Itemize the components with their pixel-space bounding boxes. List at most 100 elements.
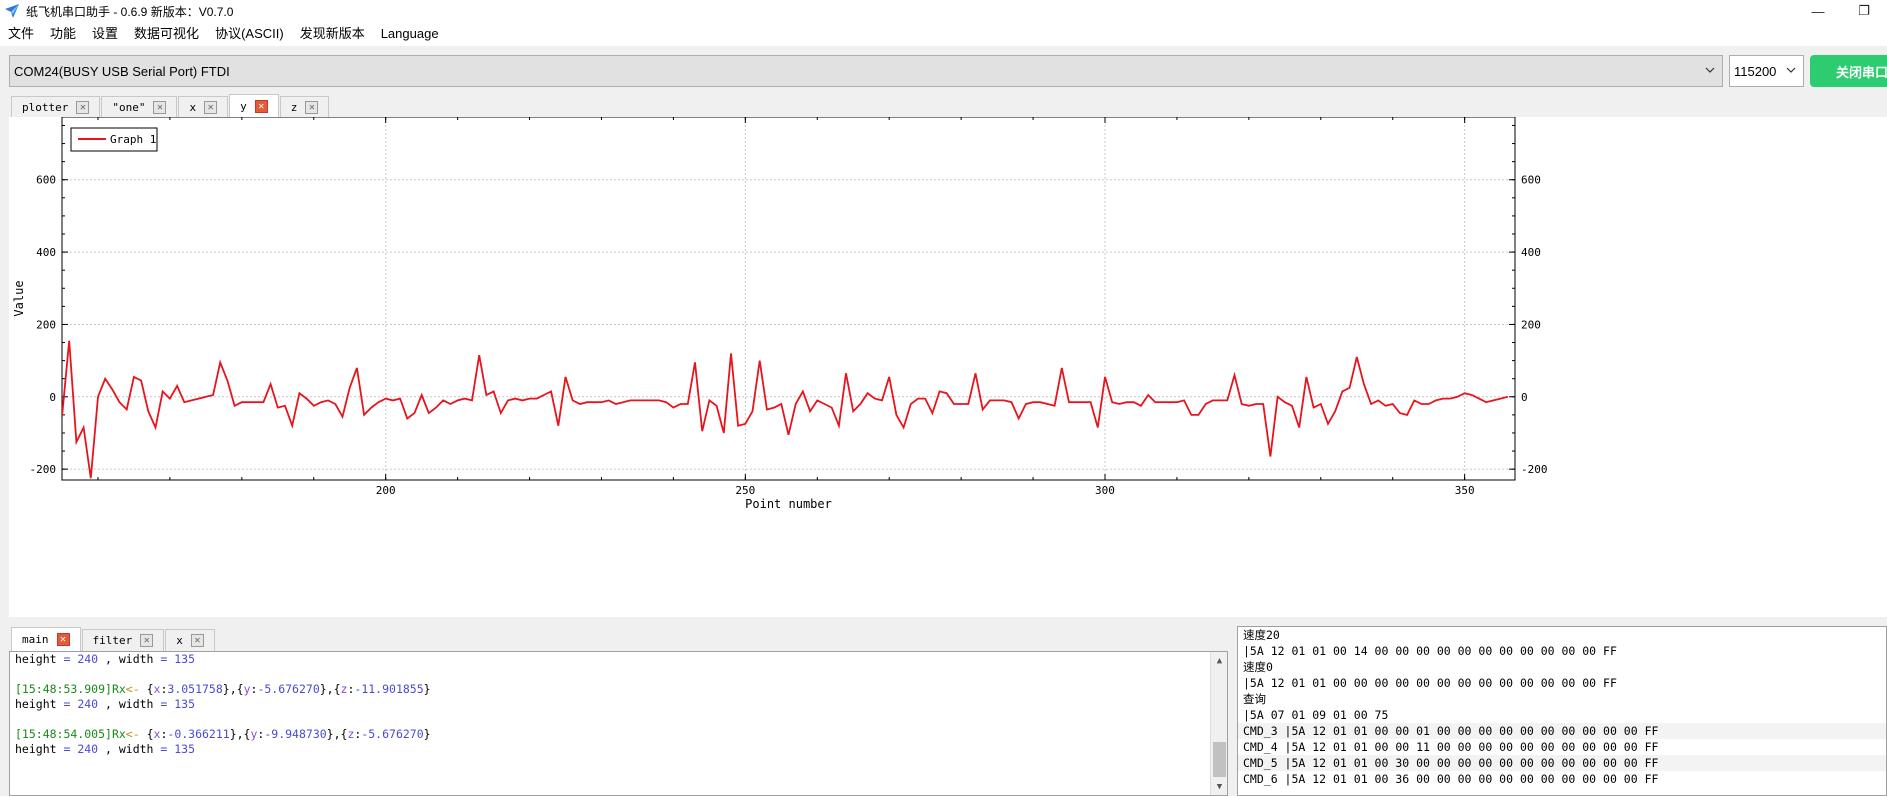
list-item[interactable]: CMD_6 |5A 12 01 01 00 36 00 00 00 00 00 … (1238, 771, 1886, 787)
console-token: height (15, 652, 64, 666)
console-tab-filter[interactable]: filter ✕ (81, 629, 165, 651)
y-axis-label: Value (12, 280, 26, 316)
menu-visualization[interactable]: 数据可视化 (126, 22, 207, 46)
close-icon[interactable]: ✕ (254, 100, 268, 113)
list-item[interactable]: CMD_3 |5A 12 01 01 00 00 01 00 00 00 00 … (1238, 723, 1886, 739)
console-line: height = 240 , width = 135 (10, 742, 1227, 757)
plot-tab-y[interactable]: y ✕ (229, 94, 279, 118)
console-token: Rx (111, 682, 126, 696)
console-token: , width (98, 652, 161, 666)
list-item[interactable]: 查询 (1238, 691, 1886, 707)
console-token: },{ (222, 682, 244, 696)
tab-label: filter (92, 634, 133, 647)
y-tick-label-left: 600 (36, 174, 56, 187)
menu-language[interactable]: Language (373, 22, 447, 46)
plot-tab-x[interactable]: x ✕ (178, 96, 229, 118)
close-icon[interactable]: ✕ (204, 101, 218, 114)
menu-protocol[interactable]: 协议(ASCII) (207, 22, 292, 46)
console-token: { (146, 727, 154, 741)
close-icon[interactable]: ✕ (305, 101, 319, 114)
console-token: } (423, 682, 431, 696)
console-line: height = 240 , width = 135 (10, 697, 1227, 712)
console-line: height = 240 , width = 135 (10, 652, 1227, 667)
console-token: } (423, 727, 431, 741)
console-token: 3.051758 (167, 682, 223, 696)
menu-function[interactable]: 功能 (42, 22, 84, 46)
menu-new-version[interactable]: 发现新版本 (292, 22, 373, 46)
receive-console[interactable]: height = 240 , width = 135 [15:48:53.909]… (9, 651, 1228, 796)
menu-file[interactable]: 文件 (0, 22, 42, 46)
close-port-button[interactable]: 关闭串口 (1810, 55, 1887, 87)
x-tick-label: 200 (376, 484, 396, 497)
menu-bar: 文件 功能 设置 数据可视化 协议(ASCII) 发现新版本 Language (0, 22, 1887, 46)
list-item[interactable]: |5A 12 01 01 00 14 00 00 00 00 00 00 00 … (1238, 643, 1886, 659)
console-token: -5.676270 (361, 727, 424, 741)
restore-button[interactable]: ❐ (1841, 0, 1887, 22)
list-item[interactable]: 速度0 (1238, 659, 1886, 675)
tab-label: main (22, 633, 49, 646)
close-icon[interactable]: ✕ (153, 101, 167, 114)
command-list[interactable]: 速度20 |5A 12 01 01 00 14 00 00 00 00 00 0… (1237, 626, 1887, 796)
close-icon[interactable]: ✕ (140, 634, 154, 647)
console-token: [15:48:54.005] (15, 727, 112, 741)
console-token: Rx (111, 727, 126, 741)
console-token: = 240 (63, 742, 99, 756)
close-icon[interactable]: ✕ (76, 101, 90, 114)
chevron-down-icon (1786, 67, 1796, 73)
list-item[interactable]: 速度20 (1238, 627, 1886, 643)
console-token: },{ (319, 682, 341, 696)
baud-select[interactable]: 115200 (1729, 55, 1804, 87)
port-select-value: COM24(BUSY USB Serial Port) FTDI (14, 63, 230, 79)
console-token: { (146, 682, 154, 696)
console-token: = 135 (160, 697, 196, 711)
y-tick-label-right: 400 (1521, 246, 1541, 259)
paper-plane-icon (5, 4, 19, 18)
console-token: -9.948730 (264, 727, 327, 741)
plot-area (61, 116, 1516, 481)
tab-label: y (240, 100, 247, 113)
console-line: [15:48:53.909]Rx<- {x:3.051758},{y:-5.67… (10, 682, 1227, 697)
list-item[interactable]: |5A 12 01 01 00 00 00 00 00 00 00 00 00 … (1238, 675, 1886, 691)
console-token: -5.676270 (257, 682, 320, 696)
plot-panel: 200 250 300 350 -200 -200 0 0 200 200 400 400 600 600… (9, 116, 1887, 617)
legend-label: Graph 1 (110, 133, 156, 146)
tab-label: x (189, 101, 197, 114)
list-item[interactable]: |5A 07 01 09 01 00 75 (1238, 707, 1886, 723)
menu-settings[interactable]: 设置 (84, 22, 126, 46)
console-scrollbar[interactable]: ▲ ▼ (1210, 652, 1227, 795)
console-tab-x[interactable]: x ✕ (165, 629, 215, 651)
plot-tab-one[interactable]: "one" ✕ (101, 96, 178, 118)
close-icon[interactable]: ✕ (56, 633, 70, 646)
window-title: 纸飞机串口助手 - 0.6.9 新版本：V0.7.0 (26, 4, 234, 19)
console-tab-main[interactable]: main ✕ (11, 627, 81, 651)
console-token: = 135 (160, 652, 196, 666)
y-tick-label-right: 200 (1521, 318, 1541, 331)
console-token: [15:48:53.909] (15, 682, 112, 696)
y-tick-label-right: 0 (1521, 391, 1528, 404)
tab-label: x (176, 634, 183, 647)
x-tick-label: 250 (735, 484, 755, 497)
plot-tab-z[interactable]: z ✕ (279, 96, 330, 118)
x-tick-label: 350 (1455, 484, 1475, 497)
plot-tab-plotter[interactable]: plotter ✕ (11, 96, 101, 118)
list-item[interactable]: CMD_4 |5A 12 01 01 00 00 11 00 00 00 00 … (1238, 739, 1886, 755)
close-icon[interactable]: ✕ (190, 634, 204, 647)
y-tick-label-left: 200 (36, 318, 56, 331)
console-token: <- (125, 727, 147, 741)
title-bar: 纸飞机串口助手 - 0.6.9 新版本：V0.7.0 — ❐ (0, 0, 1887, 22)
port-select[interactable]: COM24(BUSY USB Serial Port) FTDI (9, 55, 1723, 87)
baud-select-value: 115200 (1734, 63, 1777, 79)
list-item[interactable]: CMD_5 |5A 12 01 01 00 30 00 00 00 00 00 … (1238, 755, 1886, 771)
y-tick-label-left: -200 (30, 463, 57, 476)
x-tick-label: 300 (1095, 484, 1115, 497)
chevron-down-icon (1705, 67, 1715, 73)
minimize-button[interactable]: — (1795, 0, 1841, 22)
toolbar: COM24(BUSY USB Serial Port) FTDI 115200 … (0, 50, 1887, 90)
scroll-thumb[interactable] (1213, 742, 1226, 777)
console-token: , width (98, 697, 161, 711)
scroll-down-icon[interactable]: ▼ (1211, 778, 1227, 795)
scroll-up-icon[interactable]: ▲ (1211, 652, 1227, 669)
console-token: -0.366211 (167, 727, 230, 741)
